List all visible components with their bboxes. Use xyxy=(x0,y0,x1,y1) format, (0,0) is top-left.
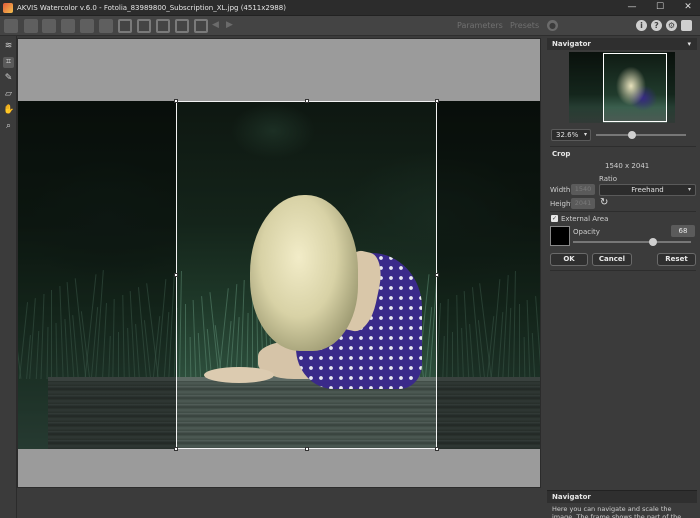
height-field[interactable]: 2041 xyxy=(571,198,595,209)
tab-presets[interactable]: Presets xyxy=(510,21,539,30)
ratio-select[interactable]: Freehand ▾ xyxy=(599,184,696,196)
eraser-tool-icon[interactable]: ▱ xyxy=(3,89,14,100)
app-window: AKVIS Watercolor v.6.0 - Fotolia_8398980… xyxy=(0,0,700,518)
crop-handle-left[interactable] xyxy=(174,273,178,277)
crop-handle-top-left[interactable] xyxy=(174,99,178,103)
divider xyxy=(550,146,696,147)
navigator-menu-icon[interactable]: ▾ xyxy=(687,38,691,50)
navigator-header: Navigator ▾ xyxy=(547,38,697,50)
navigator-shade-left xyxy=(569,52,603,123)
crop-title: Crop xyxy=(552,150,571,158)
external-area-label: External Area xyxy=(561,215,609,223)
help-panel: Navigator Here you can navigate and scal… xyxy=(547,490,697,518)
crop-header: Crop xyxy=(547,148,697,160)
navigator-title: Navigator xyxy=(552,40,591,48)
app-logo-icon xyxy=(3,2,13,13)
opacity-slider-thumb[interactable] xyxy=(649,238,658,246)
width-label: Width xyxy=(550,186,571,194)
opacity-slider[interactable] xyxy=(573,241,691,243)
zoom-tool-icon[interactable]: ⌕ xyxy=(3,121,14,132)
notification-icon[interactable]: ● xyxy=(547,20,558,31)
zoom-select[interactable]: 32.6% ▾ xyxy=(551,129,591,141)
after-icon[interactable] xyxy=(156,19,170,33)
swap-orientation-icon[interactable]: ↻ xyxy=(600,197,608,208)
print-icon[interactable] xyxy=(61,19,75,33)
maximize-button[interactable]: ☐ xyxy=(654,2,666,13)
crop-handle-right[interactable] xyxy=(435,273,439,277)
help-icon[interactable]: ? xyxy=(651,20,662,31)
close-button[interactable]: ✕ xyxy=(682,2,694,13)
crop-handle-top-right[interactable] xyxy=(435,99,439,103)
main-toolbar: ◀ ▶ Parameters Presets ● i ? ⚙ xyxy=(0,16,700,36)
save-icon[interactable] xyxy=(24,19,38,33)
before-icon[interactable] xyxy=(137,19,151,33)
crop-frame[interactable] xyxy=(174,99,439,451)
navigator-view-frame[interactable] xyxy=(603,53,667,122)
undo-arrow-icon[interactable]: ◀ xyxy=(212,20,219,30)
divider xyxy=(550,211,696,212)
opacity-value[interactable]: 68 xyxy=(671,225,695,237)
redo-arrow-icon[interactable]: ▶ xyxy=(226,20,233,30)
help-title: Navigator xyxy=(547,491,697,503)
open-file-icon[interactable] xyxy=(4,19,18,33)
hand-tool-icon[interactable]: ✋ xyxy=(3,105,14,116)
height-label: Height xyxy=(550,200,574,208)
crop-handle-bottom-left[interactable] xyxy=(174,447,178,451)
window-title: AKVIS Watercolor v.6.0 - Fotolia_8398980… xyxy=(17,3,286,12)
ok-button[interactable]: OK xyxy=(550,253,588,266)
external-area-color-swatch[interactable] xyxy=(550,226,570,246)
chevron-down-icon: ▾ xyxy=(687,186,691,193)
crop-shade-right xyxy=(437,101,540,449)
zoom-slider-thumb[interactable] xyxy=(628,131,636,139)
zoom-slider[interactable] xyxy=(596,134,686,136)
tab-parameters[interactable]: Parameters xyxy=(457,21,503,30)
fullscreen-icon[interactable] xyxy=(681,20,692,31)
background-icon[interactable] xyxy=(99,19,113,33)
navigator-shade-right xyxy=(667,52,675,123)
divider xyxy=(550,270,696,271)
watercolor-tool-icon[interactable]: ≋ xyxy=(3,41,14,52)
crop-handle-bottom[interactable] xyxy=(305,447,309,451)
undo-all-icon[interactable] xyxy=(118,19,132,33)
external-area-checkbox[interactable]: ✓ xyxy=(551,215,558,222)
cancel-button[interactable]: Cancel xyxy=(592,253,632,266)
crop-shade-left xyxy=(18,101,176,449)
crop-tool-icon[interactable]: ⌗ xyxy=(3,57,14,68)
width-field[interactable]: 1540 xyxy=(571,184,595,195)
minimize-button[interactable]: — xyxy=(626,2,638,13)
chevron-down-icon: ▾ xyxy=(583,131,587,138)
brush-tool-icon[interactable]: ✎ xyxy=(3,73,14,84)
batch-icon[interactable] xyxy=(42,19,56,33)
zoom-value: 32.6% xyxy=(556,131,579,139)
run-icon[interactable] xyxy=(194,19,208,33)
title-bar: AKVIS Watercolor v.6.0 - Fotolia_8398980… xyxy=(0,0,700,16)
gear-icon[interactable]: ⚙ xyxy=(666,20,677,31)
share-icon[interactable] xyxy=(80,19,94,33)
image-canvas[interactable] xyxy=(17,38,541,488)
help-text: Here you can navigate and scale the imag… xyxy=(552,505,682,518)
crop-handle-top[interactable] xyxy=(305,99,309,103)
compare-icon[interactable] xyxy=(175,19,189,33)
settings-panel: Navigator ▾ 32.6% ▾ Crop 1540 x 2041 Rat… xyxy=(547,36,700,518)
tools-panel: ≋ ⌗ ✎ ▱ ✋ ⌕ xyxy=(0,36,17,518)
ratio-label: Ratio xyxy=(599,175,617,183)
reset-button[interactable]: Reset xyxy=(657,253,696,266)
navigator-preview[interactable] xyxy=(569,52,675,123)
ratio-value: Freehand xyxy=(631,186,664,194)
opacity-label: Opacity xyxy=(573,228,600,236)
crop-handle-bottom-right[interactable] xyxy=(435,447,439,451)
crop-size-readout: 1540 x 2041 xyxy=(605,162,650,170)
info-icon[interactable]: i xyxy=(636,20,647,31)
